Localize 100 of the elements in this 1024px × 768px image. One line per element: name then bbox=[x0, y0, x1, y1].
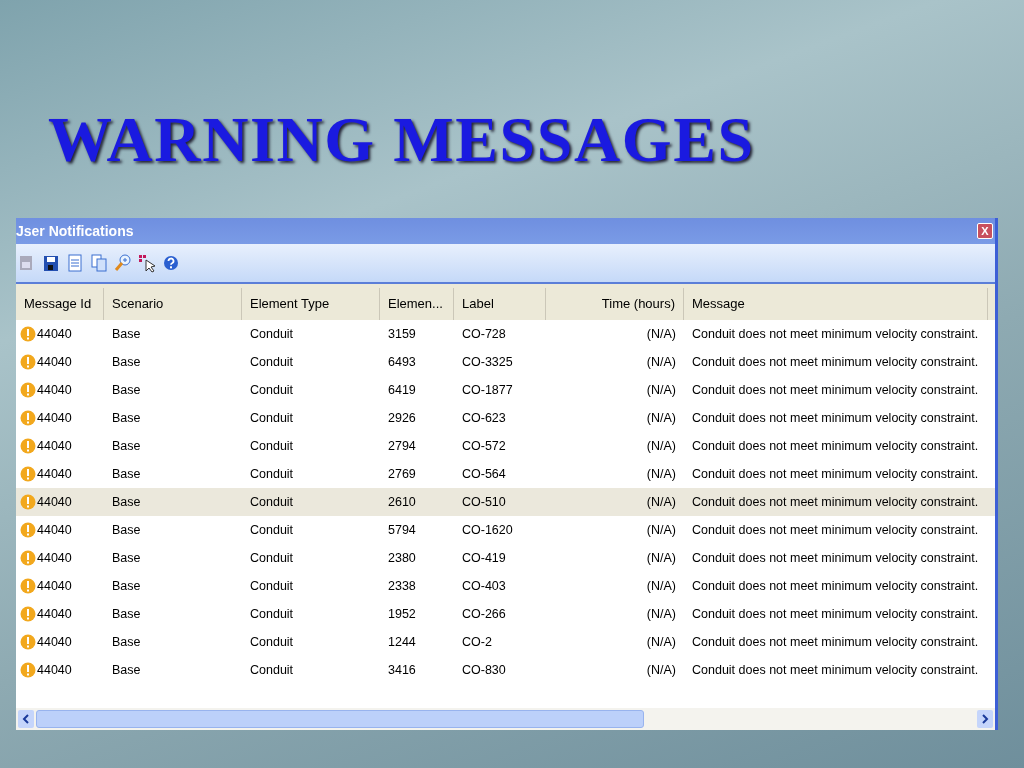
warning-icon bbox=[20, 410, 36, 426]
table-cell-text: Conduit does not meet minimum velocity constraint. bbox=[692, 381, 979, 399]
table-cell-text: 2769 bbox=[388, 465, 416, 483]
table-cell-text: 2794 bbox=[388, 437, 416, 455]
table-cell-text: (N/A) bbox=[646, 577, 676, 595]
table-cell-text: CO-266 bbox=[462, 605, 506, 623]
table-cell-text: Conduit does not meet minimum velocity constraint. bbox=[692, 661, 979, 679]
table-cell-text: (N/A) bbox=[646, 549, 676, 567]
zoom-icon[interactable] bbox=[114, 253, 132, 273]
table-cell-text: (N/A) bbox=[646, 465, 676, 483]
table-cell-text: Base bbox=[112, 661, 141, 679]
scroll-left-button[interactable] bbox=[18, 710, 34, 728]
table-cell-text: 44040 bbox=[37, 493, 72, 511]
help-icon[interactable] bbox=[162, 253, 180, 273]
table-cell-text: CO-1877 bbox=[462, 381, 513, 399]
table-row[interactable]: 44040 Base Conduit 2610 CO-510 (N/A) Conduit does not meet minimum velocity constraint. bbox=[16, 488, 995, 516]
table-cell-text: 3416 bbox=[388, 661, 416, 679]
table-cell-text: Conduit does not meet minimum velocity constraint. bbox=[692, 325, 979, 343]
table-cell-text: Base bbox=[112, 493, 141, 511]
scroll-thumb[interactable] bbox=[36, 710, 644, 728]
table-cell-text: Conduit does not meet minimum velocity constraint. bbox=[692, 577, 979, 595]
table-cell-text: 44040 bbox=[37, 605, 72, 623]
table-cell-text: 44040 bbox=[37, 437, 72, 455]
table-cell-text: 44040 bbox=[37, 549, 72, 567]
table-cell-text: 44040 bbox=[37, 465, 72, 483]
table-cell-text: CO-564 bbox=[462, 465, 506, 483]
table-cell-text: (N/A) bbox=[646, 353, 676, 371]
table-cell-text: Conduit bbox=[250, 409, 294, 427]
table-cell-text: (N/A) bbox=[646, 493, 676, 511]
table-cell-text: Base bbox=[112, 409, 141, 427]
table-cell-text: Conduit bbox=[250, 437, 294, 455]
table-cell-text: CO-3325 bbox=[462, 353, 513, 371]
table-cell-text: Conduit does not meet minimum velocity constraint. bbox=[692, 353, 979, 371]
table-cell-text: Base bbox=[112, 381, 141, 399]
table-cell-text: CO-623 bbox=[462, 409, 506, 427]
table-cell-text: Base bbox=[112, 465, 141, 483]
table-cell-text: Base bbox=[112, 633, 141, 651]
warning-icon bbox=[20, 634, 36, 650]
table-cell-text: Base bbox=[112, 577, 141, 595]
table-cell-text: (N/A) bbox=[646, 661, 676, 679]
table-cell-text: 44040 bbox=[37, 633, 72, 651]
close-button[interactable]: X bbox=[977, 223, 993, 239]
table-cell-text: Conduit bbox=[250, 381, 294, 399]
table-cell-text: Base bbox=[112, 549, 141, 567]
table-cell-text: 44040 bbox=[37, 577, 72, 595]
window-title: Jser Notifications bbox=[16, 221, 134, 241]
table-cell-text: CO-419 bbox=[462, 549, 506, 567]
table-cell-text: Base bbox=[112, 353, 141, 371]
warning-icon bbox=[20, 494, 36, 510]
table-cell-text: 2926 bbox=[388, 409, 416, 427]
table-cell-text: Base bbox=[112, 521, 141, 539]
table-cell-text: Conduit does not meet minimum velocity constraint. bbox=[692, 549, 979, 567]
table-cell-text: Conduit does not meet minimum velocity constraint. bbox=[692, 633, 979, 651]
table-cell-text: (N/A) bbox=[646, 437, 676, 455]
table-cell-text: (N/A) bbox=[646, 325, 676, 343]
table-cell-text: CO-728 bbox=[462, 325, 506, 343]
table-cell-text: 44040 bbox=[37, 661, 72, 679]
table-cell-text: Conduit bbox=[250, 549, 294, 567]
table-cell-text: Conduit bbox=[250, 353, 294, 371]
table-cell-text: CO-830 bbox=[462, 661, 506, 679]
select-icon[interactable] bbox=[138, 253, 156, 273]
table-cell-text: 2338 bbox=[388, 577, 416, 595]
table-cell-text: Base bbox=[112, 437, 141, 455]
table-cell-text: 2610 bbox=[388, 493, 416, 511]
document-icon[interactable] bbox=[66, 253, 84, 273]
table-cell-text: Base bbox=[112, 605, 141, 623]
table-cell-text: 44040 bbox=[37, 325, 72, 343]
table-cell-text: (N/A) bbox=[646, 381, 676, 399]
table-cell-text: 44040 bbox=[37, 353, 72, 371]
table-cell-text: Conduit does not meet minimum velocity constraint. bbox=[692, 409, 979, 427]
table-cell-text: CO-572 bbox=[462, 437, 506, 455]
warning-icon bbox=[20, 522, 36, 538]
warning-icon bbox=[20, 550, 36, 566]
table-cell-text: Base bbox=[112, 325, 141, 343]
table-cell-text: 5794 bbox=[388, 521, 416, 539]
table-cell-text: Conduit bbox=[250, 661, 294, 679]
table-cell-text: 6419 bbox=[388, 381, 416, 399]
table-cell-text: Conduit does not meet minimum velocity constraint. bbox=[692, 437, 979, 455]
table-cell-text: (N/A) bbox=[646, 633, 676, 651]
table-cell-text: CO-1620 bbox=[462, 521, 513, 539]
table-cell-text: CO-2 bbox=[462, 633, 492, 651]
table-cell-text: Conduit bbox=[250, 521, 294, 539]
save-icon[interactable] bbox=[42, 253, 60, 273]
table-cell-text: Conduit does not meet minimum velocity constraint. bbox=[692, 605, 979, 623]
table-cell-text: Conduit does not meet minimum velocity constraint. bbox=[692, 493, 979, 511]
chevron-left-icon bbox=[22, 714, 30, 724]
table-cell-text: 44040 bbox=[37, 381, 72, 399]
warning-icon bbox=[20, 606, 36, 622]
table-cell-text: Conduit bbox=[250, 325, 294, 343]
horizontal-scrollbar[interactable] bbox=[16, 708, 995, 730]
table-cell-text: 1952 bbox=[388, 605, 416, 623]
table-cell-text: Conduit bbox=[250, 465, 294, 483]
copy-icon[interactable] bbox=[90, 253, 108, 273]
warning-icon bbox=[20, 326, 36, 342]
table-cell-text: 3159 bbox=[388, 325, 416, 343]
warning-icon bbox=[20, 382, 36, 398]
chevron-right-icon bbox=[981, 714, 989, 724]
scroll-right-button[interactable] bbox=[977, 710, 993, 728]
table-cell-text: Conduit bbox=[250, 605, 294, 623]
table-cell-text: 1244 bbox=[388, 633, 416, 651]
